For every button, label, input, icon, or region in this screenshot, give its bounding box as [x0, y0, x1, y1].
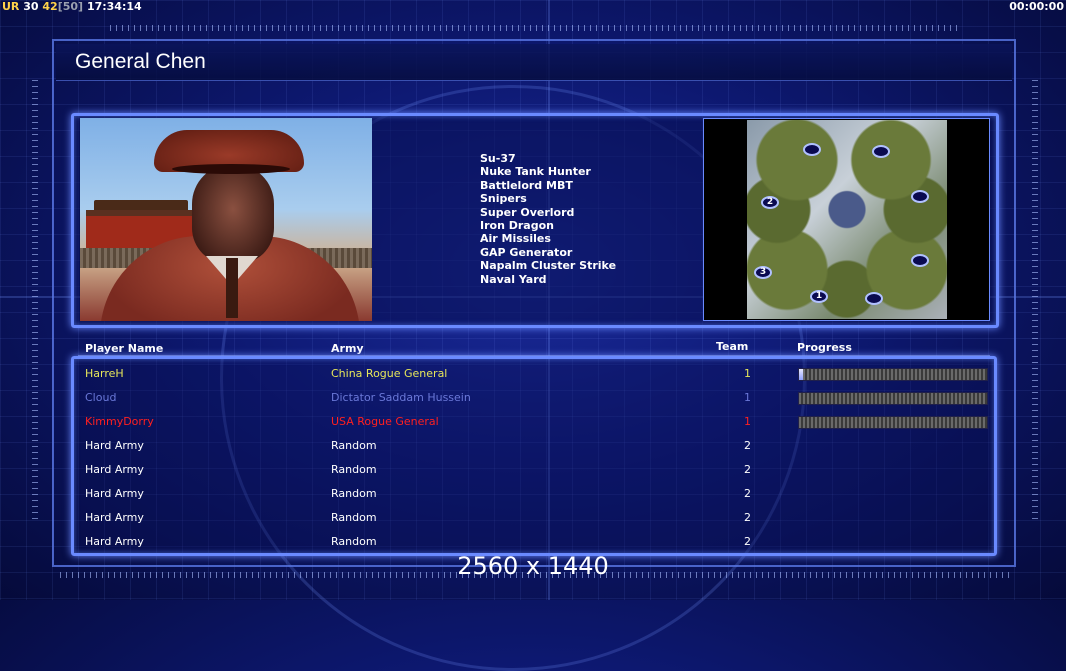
spawn-marker[interactable] [872, 145, 890, 158]
table-row: HarreH China Rogue General 1 [0, 361, 1066, 385]
unit-item: Napalm Cluster Strike [480, 259, 617, 273]
player-name: Cloud [85, 391, 117, 404]
unit-list: Su-37 Nuke Tank Hunter Battlelord MBT Sn… [480, 152, 616, 286]
load-progress-bar [798, 368, 988, 381]
player-name: Hard Army [85, 487, 144, 500]
player-team: 2 [744, 535, 751, 548]
unit-item: Naval Yard [480, 272, 547, 286]
player-army: Random [331, 463, 377, 476]
player-team: 1 [744, 391, 751, 404]
table-row: KimmyDorry USA Rogue General 1 [0, 409, 1066, 433]
table-row: Hard Army Random 2 [0, 457, 1066, 481]
general-portrait [80, 118, 372, 321]
player-team: 1 [744, 415, 751, 428]
table-row: Hard Army Random 2 [0, 481, 1066, 505]
top-ruler [110, 25, 960, 31]
header-player-name: Player Name [85, 342, 164, 355]
table-row: Cloud Dictator Saddam Hussein 1 [0, 385, 1066, 409]
player-team: 2 [744, 511, 751, 524]
hud-clock: 17:34:14 [86, 0, 142, 13]
spawn-marker[interactable]: 1 [810, 290, 828, 303]
unit-item: GAP Generator [480, 245, 573, 259]
table-row: Hard Army Random 2 [0, 529, 1066, 553]
unit-item: Snipers [480, 192, 527, 206]
player-team: 1 [744, 367, 751, 380]
player-name: KimmyDorry [85, 415, 154, 428]
unit-item: Nuke Tank Hunter [480, 165, 591, 179]
spawn-marker[interactable] [865, 292, 883, 305]
map-preview[interactable] [747, 120, 947, 319]
player-name: Hard Army [85, 463, 144, 476]
unit-item: Battlelord MBT [480, 178, 573, 192]
hud-tag: UR [2, 0, 20, 13]
player-army: Random [331, 439, 377, 452]
unit-item: Su-37 [480, 152, 516, 165]
spawn-marker[interactable] [911, 254, 929, 267]
spawn-marker[interactable]: 3 [754, 266, 772, 279]
table-row: Hard Army Random 2 [0, 505, 1066, 529]
hud-fps-cap: [50] [57, 0, 84, 13]
hud-fps: 30 [23, 0, 39, 13]
player-army: Random [331, 535, 377, 548]
hud-status: UR 30 42[50] 17:34:14 [2, 0, 142, 13]
unit-item: Super Overlord [480, 205, 575, 219]
player-team: 2 [744, 487, 751, 500]
header-team: Team [716, 340, 749, 353]
player-army: Random [331, 487, 377, 500]
page-title: General Chen [75, 50, 206, 73]
player-name: Hard Army [85, 439, 144, 452]
table-row: Hard Army Random 2 [0, 433, 1066, 457]
load-progress-bar [798, 416, 988, 429]
player-army: Random [331, 511, 377, 524]
spawn-marker[interactable] [803, 143, 821, 156]
load-progress-fill [799, 369, 803, 380]
player-army: Dictator Saddam Hussein [331, 391, 471, 404]
player-name: Hard Army [85, 511, 144, 524]
player-name: HarreH [85, 367, 124, 380]
unit-item: Iron Dragon [480, 219, 554, 233]
hud-fps-target: 42 [42, 0, 58, 13]
resolution-label: 2560 x 1440 [457, 552, 609, 580]
player-army: USA Rogue General [331, 415, 439, 428]
header-progress: Progress [797, 341, 852, 354]
spawn-marker[interactable]: 2 [761, 196, 779, 209]
header-army: Army [331, 342, 364, 355]
spawn-marker[interactable] [911, 190, 929, 203]
load-progress-bar [798, 392, 988, 405]
player-name: Hard Army [85, 535, 144, 548]
player-team: 2 [744, 439, 751, 452]
player-army: China Rogue General [331, 367, 448, 380]
hud-game-timer: 00:00:00 [1009, 0, 1064, 13]
player-team: 2 [744, 463, 751, 476]
unit-item: Air Missiles [480, 232, 551, 246]
